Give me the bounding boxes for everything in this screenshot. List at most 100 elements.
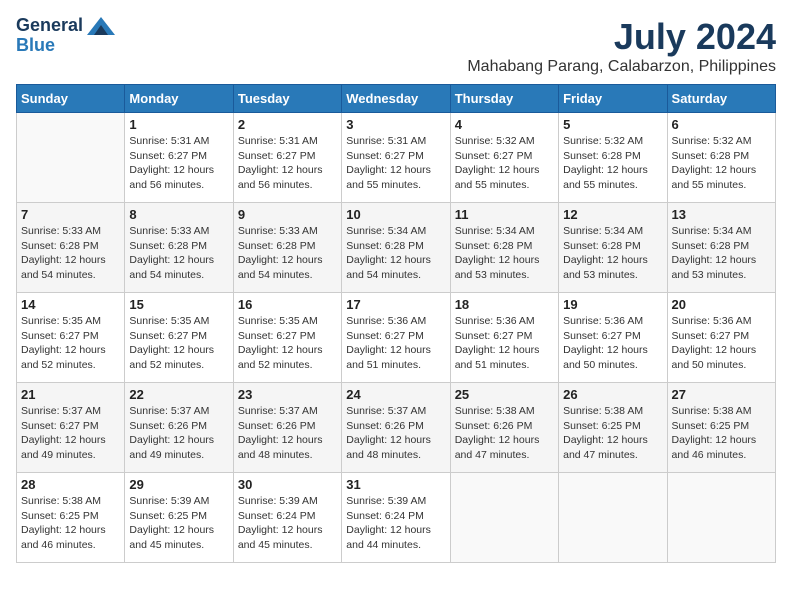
day-info: Sunrise: 5:39 AM Sunset: 6:24 PM Dayligh… (346, 494, 445, 553)
logo-blue: Blue (16, 36, 55, 56)
calendar-cell: 1 Sunrise: 5:31 AM Sunset: 6:27 PM Daylig… (125, 113, 233, 203)
day-number: 15 (129, 297, 228, 312)
calendar-cell: 7 Sunrise: 5:33 AM Sunset: 6:28 PM Daylig… (17, 203, 125, 293)
calendar-cell: 30Sunrise: 5:39 AM Sunset: 6:24 PM Dayli… (233, 473, 341, 563)
day-number: 4 (455, 117, 554, 132)
weekday-header: Friday (559, 85, 667, 113)
calendar-cell: 20Sunrise: 5:36 AM Sunset: 6:27 PM Dayli… (667, 293, 775, 383)
day-info: Sunrise: 5:32 AM Sunset: 6:27 PM Dayligh… (455, 134, 554, 193)
day-number: 27 (672, 387, 771, 402)
calendar-cell (559, 473, 667, 563)
logo-general: General (16, 16, 83, 36)
month-title: July 2024 (467, 16, 776, 58)
calendar-cell: 24 Sunrise: 5:37 AM Sunset: 6:26 PM Dayli… (342, 383, 450, 473)
calendar-cell: 17 Sunrise: 5:36 AM Sunset: 6:27 PM Dayli… (342, 293, 450, 383)
day-info: Sunrise: 5:38 AM Sunset: 6:25 PM Dayligh… (563, 404, 662, 463)
day-number: 5 (563, 117, 662, 132)
day-number: 20 (672, 297, 771, 312)
weekday-header: Wednesday (342, 85, 450, 113)
calendar-week-row: 21Sunrise: 5:37 AM Sunset: 6:27 PM Dayli… (17, 383, 776, 473)
calendar-cell: 9Sunrise: 5:33 AM Sunset: 6:28 PM Daylig… (233, 203, 341, 293)
day-info: Sunrise: 5:31 AM Sunset: 6:27 PM Dayligh… (238, 134, 337, 193)
calendar-cell: 23 Sunrise: 5:37 AM Sunset: 6:26 PM Dayli… (233, 383, 341, 473)
day-number: 29 (129, 477, 228, 492)
day-info: Sunrise: 5:35 AM Sunset: 6:27 PM Dayligh… (21, 314, 120, 373)
calendar-cell: 12 Sunrise: 5:34 AM Sunset: 6:28 PM Dayli… (559, 203, 667, 293)
calendar-cell: 29 Sunrise: 5:39 AM Sunset: 6:25 PM Dayli… (125, 473, 233, 563)
day-info: Sunrise: 5:32 AM Sunset: 6:28 PM Dayligh… (563, 134, 662, 193)
day-number: 24 (346, 387, 445, 402)
day-number: 3 (346, 117, 445, 132)
day-info: Sunrise: 5:34 AM Sunset: 6:28 PM Dayligh… (672, 224, 771, 283)
day-info: Sunrise: 5:38 AM Sunset: 6:25 PM Dayligh… (21, 494, 120, 553)
location-title: Mahabang Parang, Calabarzon, Philippines (467, 58, 776, 76)
day-info: Sunrise: 5:38 AM Sunset: 6:26 PM Dayligh… (455, 404, 554, 463)
day-info: Sunrise: 5:39 AM Sunset: 6:25 PM Dayligh… (129, 494, 228, 553)
day-number: 9 (238, 207, 337, 222)
calendar-cell: 6Sunrise: 5:32 AM Sunset: 6:28 PM Daylig… (667, 113, 775, 203)
day-number: 28 (21, 477, 120, 492)
day-info: Sunrise: 5:37 AM Sunset: 6:26 PM Dayligh… (238, 404, 337, 463)
calendar-cell: 8Sunrise: 5:33 AM Sunset: 6:28 PM Daylig… (125, 203, 233, 293)
calendar-cell: 5 Sunrise: 5:32 AM Sunset: 6:28 PM Daylig… (559, 113, 667, 203)
weekday-header: Saturday (667, 85, 775, 113)
day-info: Sunrise: 5:31 AM Sunset: 6:27 PM Dayligh… (346, 134, 445, 193)
title-section: July 2024 Mahabang Parang, Calabarzon, P… (467, 16, 776, 76)
day-number: 31 (346, 477, 445, 492)
day-info: Sunrise: 5:36 AM Sunset: 6:27 PM Dayligh… (346, 314, 445, 373)
day-number: 16 (238, 297, 337, 312)
day-info: Sunrise: 5:35 AM Sunset: 6:27 PM Dayligh… (238, 314, 337, 373)
day-info: Sunrise: 5:37 AM Sunset: 6:26 PM Dayligh… (129, 404, 228, 463)
calendar-header-row: SundayMondayTuesdayWednesdayThursdayFrid… (17, 85, 776, 113)
weekday-header: Monday (125, 85, 233, 113)
logo-icon (87, 17, 115, 35)
calendar-cell: 16 Sunrise: 5:35 AM Sunset: 6:27 PM Dayli… (233, 293, 341, 383)
calendar-cell: 2 Sunrise: 5:31 AM Sunset: 6:27 PM Daylig… (233, 113, 341, 203)
calendar-table: SundayMondayTuesdayWednesdayThursdayFrid… (16, 84, 776, 563)
calendar-cell: 21Sunrise: 5:37 AM Sunset: 6:27 PM Dayli… (17, 383, 125, 473)
calendar-week-row: 14 Sunrise: 5:35 AM Sunset: 6:27 PM Dayli… (17, 293, 776, 383)
day-info: Sunrise: 5:34 AM Sunset: 6:28 PM Dayligh… (563, 224, 662, 283)
day-number: 23 (238, 387, 337, 402)
day-number: 19 (563, 297, 662, 312)
day-info: Sunrise: 5:36 AM Sunset: 6:27 PM Dayligh… (455, 314, 554, 373)
calendar-cell: 13 Sunrise: 5:34 AM Sunset: 6:28 PM Dayli… (667, 203, 775, 293)
calendar-week-row: 28 Sunrise: 5:38 AM Sunset: 6:25 PM Dayli… (17, 473, 776, 563)
day-info: Sunrise: 5:35 AM Sunset: 6:27 PM Dayligh… (129, 314, 228, 373)
calendar-cell: 31 Sunrise: 5:39 AM Sunset: 6:24 PM Dayli… (342, 473, 450, 563)
weekday-header: Tuesday (233, 85, 341, 113)
day-number: 7 (21, 207, 120, 222)
calendar-cell: 19 Sunrise: 5:36 AM Sunset: 6:27 PM Dayli… (559, 293, 667, 383)
day-info: Sunrise: 5:31 AM Sunset: 6:27 PM Dayligh… (129, 134, 228, 193)
calendar-cell: 18Sunrise: 5:36 AM Sunset: 6:27 PM Dayli… (450, 293, 558, 383)
calendar-cell: 10 Sunrise: 5:34 AM Sunset: 6:28 PM Dayli… (342, 203, 450, 293)
day-info: Sunrise: 5:33 AM Sunset: 6:28 PM Dayligh… (21, 224, 120, 283)
day-info: Sunrise: 5:33 AM Sunset: 6:28 PM Dayligh… (129, 224, 228, 283)
day-number: 17 (346, 297, 445, 312)
calendar-week-row: 1 Sunrise: 5:31 AM Sunset: 6:27 PM Daylig… (17, 113, 776, 203)
calendar-cell: 27 Sunrise: 5:38 AM Sunset: 6:25 PM Dayli… (667, 383, 775, 473)
day-number: 6 (672, 117, 771, 132)
day-number: 12 (563, 207, 662, 222)
day-number: 14 (21, 297, 120, 312)
page-header: General Blue July 2024 Mahabang Parang, … (16, 16, 776, 76)
day-info: Sunrise: 5:39 AM Sunset: 6:24 PM Dayligh… (238, 494, 337, 553)
day-number: 1 (129, 117, 228, 132)
calendar-cell: 25Sunrise: 5:38 AM Sunset: 6:26 PM Dayli… (450, 383, 558, 473)
day-info: Sunrise: 5:38 AM Sunset: 6:25 PM Dayligh… (672, 404, 771, 463)
day-info: Sunrise: 5:36 AM Sunset: 6:27 PM Dayligh… (563, 314, 662, 373)
calendar-cell (667, 473, 775, 563)
calendar-cell (450, 473, 558, 563)
day-info: Sunrise: 5:34 AM Sunset: 6:28 PM Dayligh… (346, 224, 445, 283)
day-number: 13 (672, 207, 771, 222)
day-number: 11 (455, 207, 554, 222)
weekday-header: Thursday (450, 85, 558, 113)
day-number: 2 (238, 117, 337, 132)
calendar-cell: 15 Sunrise: 5:35 AM Sunset: 6:27 PM Dayli… (125, 293, 233, 383)
calendar-cell: 22Sunrise: 5:37 AM Sunset: 6:26 PM Dayli… (125, 383, 233, 473)
calendar-cell: 14 Sunrise: 5:35 AM Sunset: 6:27 PM Dayli… (17, 293, 125, 383)
day-number: 21 (21, 387, 120, 402)
day-info: Sunrise: 5:37 AM Sunset: 6:26 PM Dayligh… (346, 404, 445, 463)
day-number: 10 (346, 207, 445, 222)
calendar-cell: 4 Sunrise: 5:32 AM Sunset: 6:27 PM Daylig… (450, 113, 558, 203)
